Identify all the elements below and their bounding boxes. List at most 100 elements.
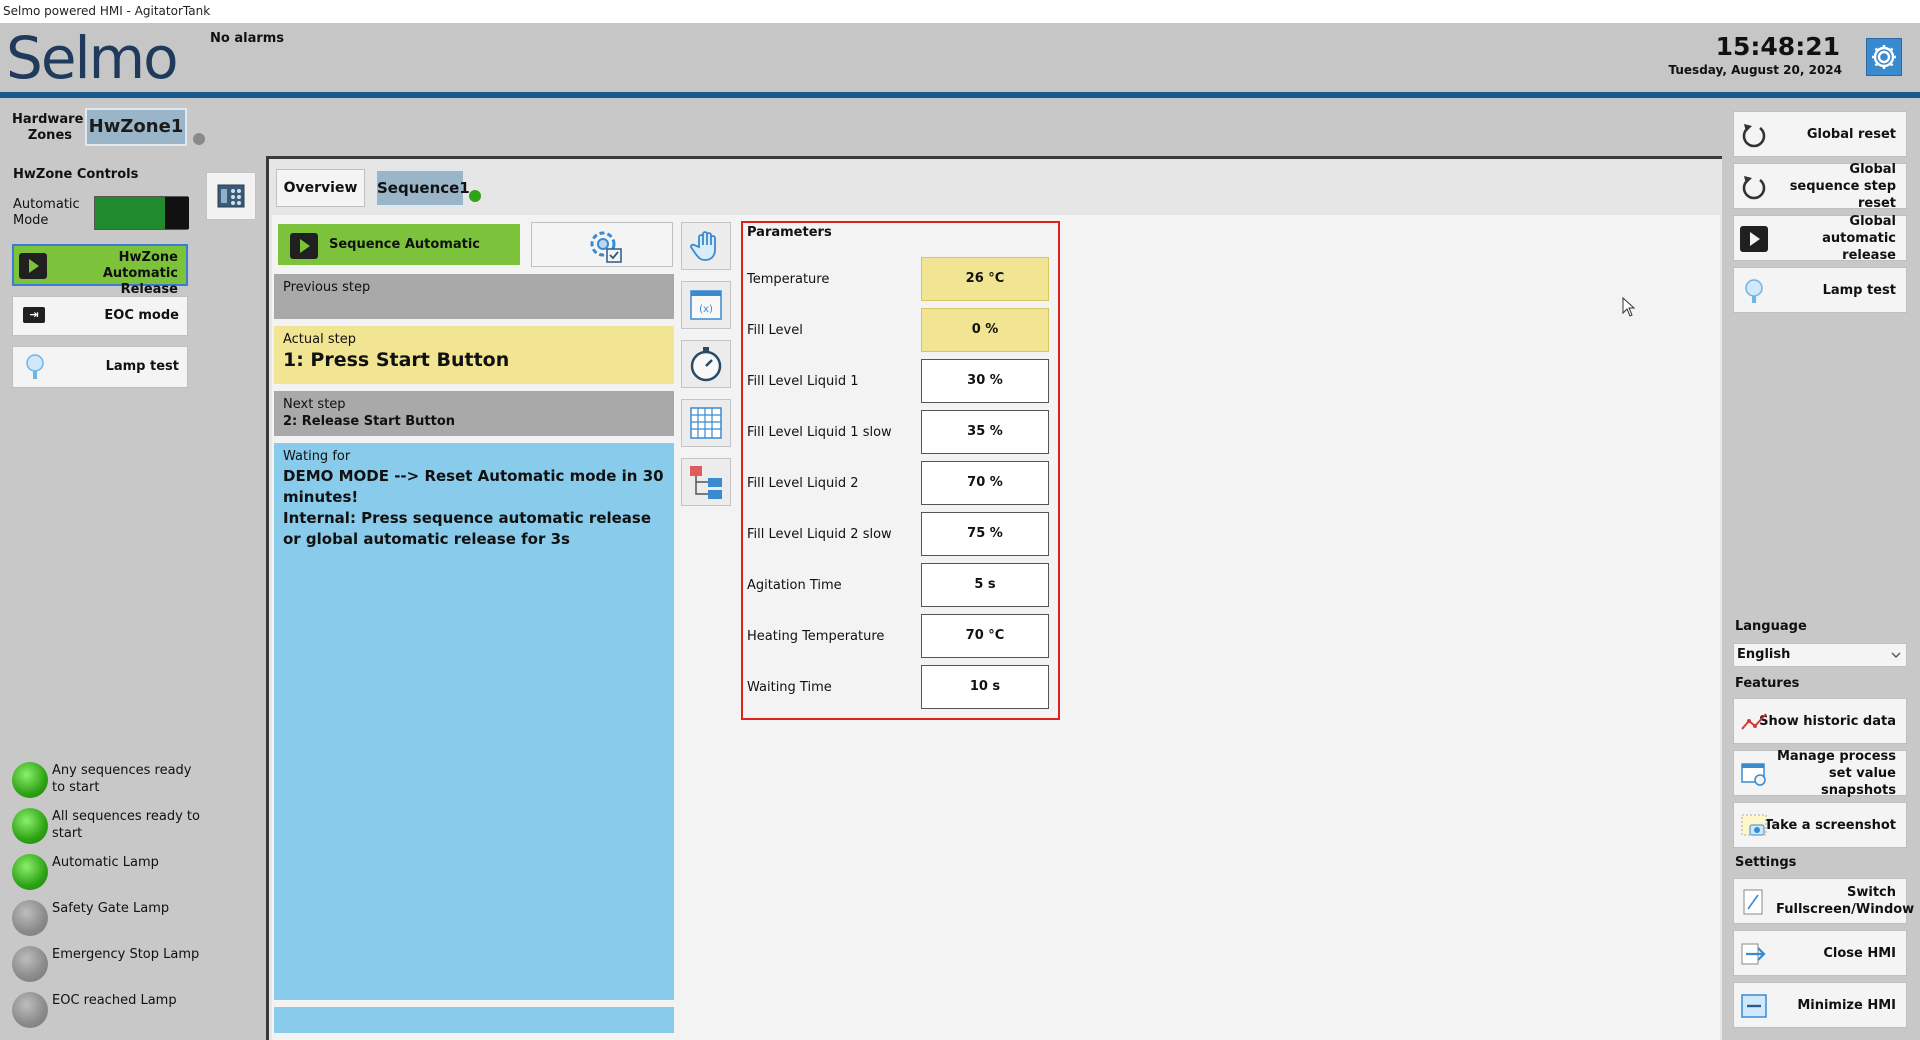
sequence-automatic-release-button[interactable]: Sequence Automatic Release bbox=[276, 222, 522, 293]
sequence-settings-button[interactable] bbox=[531, 222, 673, 267]
previous-step-panel: Previous step bbox=[274, 274, 674, 319]
window-title: Selmo powered HMI - AgitatorTank bbox=[0, 0, 1920, 23]
show-historic-data-button[interactable]: Show historic data bbox=[1733, 698, 1907, 744]
param-label: Waiting Time bbox=[747, 680, 832, 695]
reset-arrow-icon bbox=[1742, 176, 1766, 200]
gear-icon bbox=[1872, 45, 1896, 69]
minimize-icon bbox=[1741, 994, 1767, 1018]
timers-button[interactable] bbox=[681, 340, 731, 388]
waiting-line-1: DEMO MODE --> Reset Automatic mode in 30… bbox=[283, 467, 664, 506]
waiting-for-label: Wating for bbox=[283, 449, 351, 464]
manage-snapshots-label: Manage process set value snapshots bbox=[1776, 748, 1896, 798]
lamp-safety-gate: Safety Gate Lamp bbox=[12, 898, 202, 938]
param-input[interactable]: 70 % bbox=[921, 461, 1049, 505]
show-historic-label: Show historic data bbox=[1759, 713, 1896, 729]
lamp-label: Automatic Lamp bbox=[52, 855, 159, 870]
hwzone-controls-title: HwZone Controls bbox=[13, 167, 139, 182]
param-input[interactable]: 10 s bbox=[921, 665, 1049, 709]
sequence-overview-tile-button[interactable] bbox=[206, 172, 256, 220]
play-icon bbox=[290, 233, 318, 259]
take-screenshot-label: Take a screenshot bbox=[1764, 817, 1896, 833]
chevron-down-icon bbox=[1891, 652, 1901, 658]
language-select[interactable]: English bbox=[1733, 643, 1907, 667]
camera-icon bbox=[1741, 814, 1767, 836]
parameters-panel: Parameters Temperature 26 °C Fill Level … bbox=[741, 221, 1060, 720]
global-seq-reset-label: Global sequence step reset bbox=[1789, 161, 1896, 211]
lamp-test-button-left[interactable]: Lamp test bbox=[12, 346, 188, 388]
param-label: Fill Level Liquid 2 slow bbox=[747, 527, 892, 542]
header-divider bbox=[0, 92, 1920, 98]
switch-fullscreen-label: Switch Fullscreen/Window bbox=[1776, 885, 1915, 917]
param-input[interactable]: 5 s bbox=[921, 563, 1049, 607]
parameters-title: Parameters bbox=[747, 225, 832, 240]
global-reset-button[interactable]: Global reset bbox=[1733, 111, 1907, 157]
next-step-value: 2: Release Start Button bbox=[283, 414, 456, 429]
hwzone-selector-button[interactable]: HwZone1 bbox=[85, 108, 187, 146]
tree-diagram-icon bbox=[690, 466, 722, 499]
close-hmi-button[interactable]: Close HMI bbox=[1733, 930, 1907, 976]
bulb-icon bbox=[1745, 279, 1763, 303]
param-input[interactable]: 75 % bbox=[921, 512, 1049, 556]
formula-window-icon: (x) bbox=[690, 290, 722, 320]
global-reset-label: Global reset bbox=[1806, 126, 1896, 142]
formula-view-button[interactable]: (x) bbox=[681, 281, 731, 329]
waiting-for-panel: Wating for DEMO MODE --> Reset Automatic… bbox=[274, 443, 674, 1000]
waiting-for-text: DEMO MODE --> Reset Automatic mode in 30… bbox=[283, 466, 665, 550]
line-chart-icon bbox=[1741, 713, 1767, 730]
actual-step-label: Actual step bbox=[283, 332, 356, 347]
stopwatch-icon bbox=[690, 347, 722, 382]
lamp-label: Emergency Stop Lamp bbox=[52, 947, 200, 962]
param-label: Agitation Time bbox=[747, 578, 842, 593]
play-icon bbox=[19, 253, 47, 279]
param-label: Fill Level Liquid 2 bbox=[747, 476, 859, 491]
language-value: English bbox=[1737, 647, 1791, 662]
lamp-test-label-right: Lamp test bbox=[1822, 282, 1896, 298]
automatic-mode-toggle[interactable] bbox=[94, 196, 189, 230]
global-sequence-step-reset-button[interactable]: Global sequence step reset bbox=[1733, 161, 1907, 211]
switch-fullscreen-button[interactable]: Switch Fullscreen/Window bbox=[1733, 878, 1915, 924]
lamp-all-ready: All sequences ready to start bbox=[12, 806, 202, 846]
waiting-line-2: Internal: Press sequence automatic relea… bbox=[283, 509, 652, 548]
table-view-button[interactable] bbox=[681, 399, 731, 447]
settings-gear-button[interactable] bbox=[1866, 38, 1902, 76]
lamp-eoc-reached: EOC reached Lamp bbox=[12, 990, 202, 1030]
play-icon bbox=[1740, 226, 1768, 252]
param-label: Temperature bbox=[747, 272, 830, 287]
hand-icon bbox=[690, 231, 716, 261]
hwzone-release-label: HwZone Automatic Release bbox=[102, 250, 178, 297]
tab-overview[interactable]: Overview bbox=[276, 169, 365, 207]
take-screenshot-button[interactable]: Take a screenshot bbox=[1733, 802, 1907, 848]
param-input[interactable]: 30 % bbox=[921, 359, 1049, 403]
hwzone-automatic-release-button[interactable]: HwZone Automatic Release bbox=[12, 244, 188, 297]
param-value: 26 °C bbox=[921, 257, 1049, 301]
lamp-label: All sequences ready to start bbox=[52, 809, 200, 841]
tab-sequence1[interactable]: Sequence1 bbox=[375, 169, 470, 207]
global-automatic-release-button[interactable]: Global automatic release bbox=[1733, 214, 1907, 263]
param-input[interactable]: 70 °C bbox=[921, 614, 1049, 658]
lamp-test-button-right[interactable]: Lamp test bbox=[1733, 267, 1907, 313]
lamp-indicator bbox=[12, 854, 48, 890]
sequence-tree-button[interactable] bbox=[681, 458, 731, 506]
header-bar bbox=[0, 23, 1920, 92]
lamp-label: Any sequences ready to start bbox=[52, 763, 192, 795]
manage-snapshots-button[interactable]: Manage process set value snapshots bbox=[1733, 748, 1907, 798]
eoc-mode-button[interactable]: ⇥ EOC mode bbox=[12, 296, 188, 336]
automatic-mode-label: Automatic Mode bbox=[13, 197, 80, 228]
lamp-label: Safety Gate Lamp bbox=[52, 901, 170, 916]
param-input[interactable]: 35 % bbox=[921, 410, 1049, 454]
lamp-emergency-stop: Emergency Stop Lamp bbox=[12, 944, 202, 984]
lamp-automatic: Automatic Lamp bbox=[12, 852, 202, 892]
param-label: Fill Level bbox=[747, 323, 803, 338]
param-label: Heating Temperature bbox=[747, 629, 885, 644]
settings-title: Settings bbox=[1735, 855, 1797, 870]
clock-time: 15:48:21 bbox=[1715, 32, 1840, 61]
sequence-status-dot bbox=[469, 190, 481, 202]
actual-step-panel: Actual step 1: Press Start Button bbox=[274, 326, 674, 384]
lamp-indicator bbox=[12, 992, 48, 1028]
minimize-hmi-button[interactable]: Minimize HMI bbox=[1733, 982, 1907, 1028]
manual-mode-button[interactable] bbox=[681, 222, 731, 270]
alarm-status[interactable]: No alarms bbox=[210, 31, 284, 46]
svg-text:(x): (x) bbox=[699, 304, 713, 315]
next-step-label: Next step bbox=[283, 397, 346, 412]
lamp-indicator bbox=[12, 946, 48, 982]
